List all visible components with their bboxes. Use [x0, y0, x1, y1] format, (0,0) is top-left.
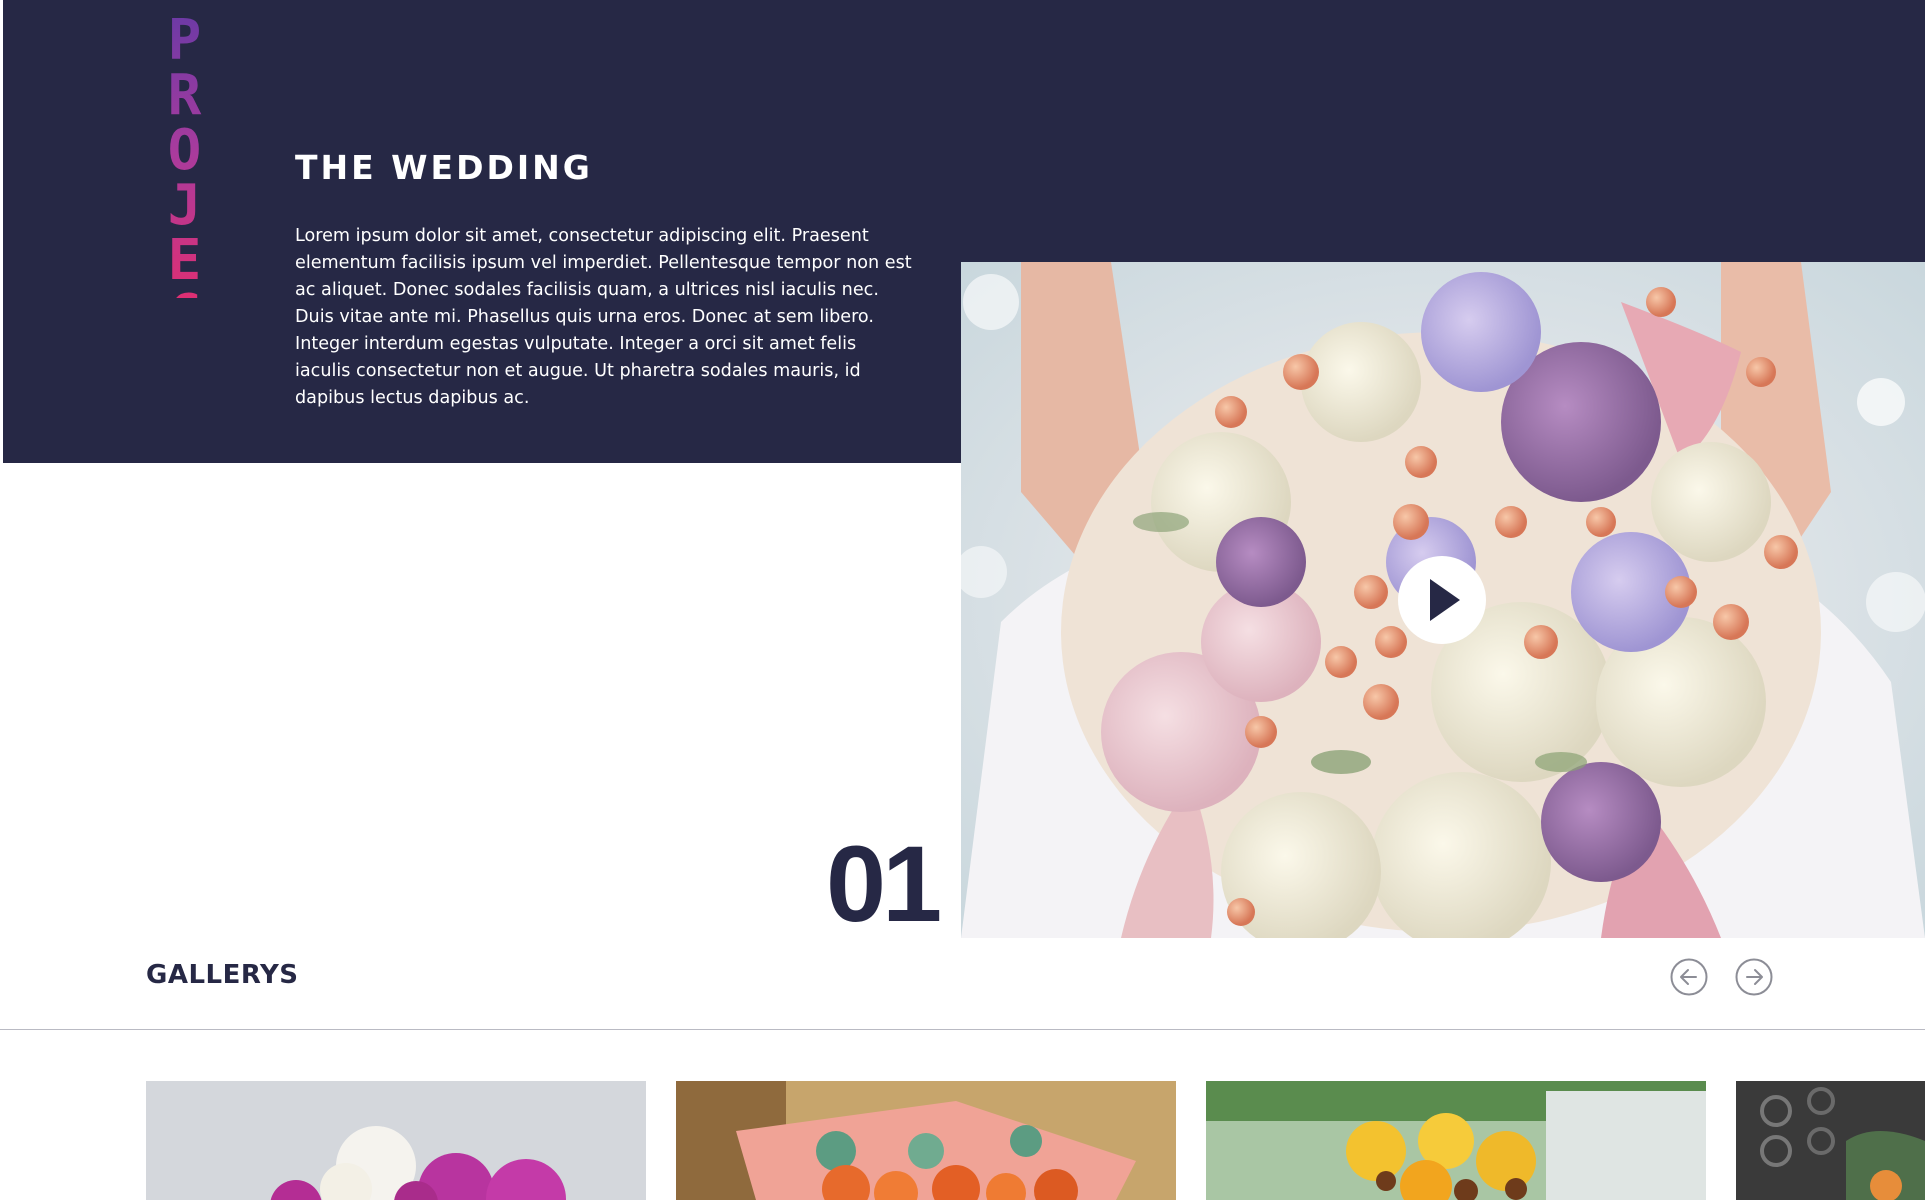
gallery-divider [0, 1029, 1925, 1030]
gallery-prev-button[interactable] [1670, 958, 1708, 996]
project-number: 01 [826, 823, 942, 944]
gallery-heading: GALLERYS [146, 960, 299, 990]
gallery-item-dark-vase-photo[interactable] [1736, 1081, 1925, 1200]
gallery-next-button[interactable] [1735, 958, 1773, 996]
gallery-item-sunflower-photo[interactable] [1206, 1081, 1706, 1200]
arrow-right-icon [1735, 958, 1773, 996]
project-title: THE WEDDING [295, 148, 593, 187]
arrow-left-icon [1670, 958, 1708, 996]
project-side-label: PROJECT [152, 8, 217, 393]
play-icon [1430, 579, 1460, 621]
project-description: Lorem ipsum dolor sit amet, consectetur … [295, 226, 912, 408]
gallery-item-orchid-photo[interactable] [146, 1081, 646, 1200]
page: PROJECT THE WEDDING Lorem ipsum dolor si… [0, 0, 1930, 1200]
gallery-item-orange-bouquet-photo[interactable] [676, 1081, 1176, 1200]
play-video-button[interactable] [1398, 556, 1486, 644]
